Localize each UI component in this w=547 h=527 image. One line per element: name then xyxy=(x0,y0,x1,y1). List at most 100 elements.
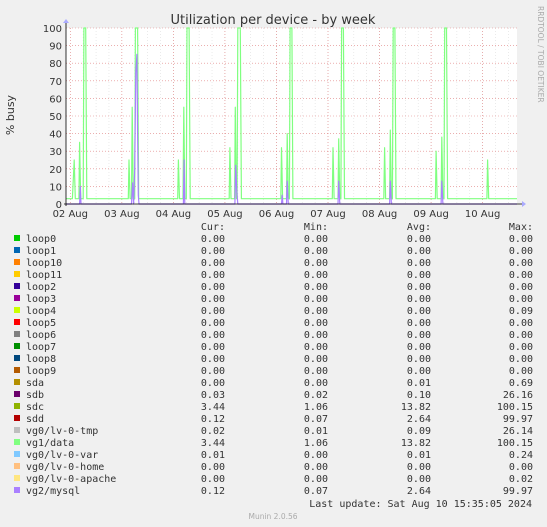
legend-value: 0.00 xyxy=(407,474,431,485)
legend-value: 0.00 xyxy=(304,366,328,377)
legend-swatch xyxy=(14,295,20,301)
legend-value: 0.00 xyxy=(509,270,533,281)
legend-value: 0.10 xyxy=(407,390,431,401)
legend-swatch xyxy=(14,319,20,325)
legend-value: 0.00 xyxy=(304,306,328,317)
legend-swatch xyxy=(14,259,20,265)
legend-swatch xyxy=(14,235,20,241)
legend-value: 0.12 xyxy=(201,414,225,425)
legend-value: 3.44 xyxy=(201,402,225,413)
legend-value: 1.06 xyxy=(304,438,328,449)
legend-swatch xyxy=(14,463,20,469)
legend-value: 13.82 xyxy=(401,402,431,413)
legend-swatch xyxy=(14,307,20,313)
legend-value: 0.00 xyxy=(407,366,431,377)
legend-value: 0.00 xyxy=(407,246,431,257)
legend-value: 0.00 xyxy=(407,234,431,245)
legend-value: 0.00 xyxy=(407,330,431,341)
legend-value: 0.03 xyxy=(201,390,225,401)
legend-value: 0.00 xyxy=(304,450,328,461)
x-tick-label: 10 Aug xyxy=(465,209,500,220)
legend-value: 0.00 xyxy=(304,462,328,473)
y-tick-label: 70 xyxy=(49,77,62,88)
legend-value: 0.00 xyxy=(407,306,431,317)
y-axis-label: % busy xyxy=(4,94,17,135)
legend-value: 0.00 xyxy=(304,234,328,245)
legend-value: 0.69 xyxy=(509,378,533,389)
legend-value: 0.01 xyxy=(407,378,431,389)
y-tick-label: 10 xyxy=(49,182,62,193)
legend-value: 3.44 xyxy=(201,438,225,449)
legend-series-name: vg0/lv-0-tmp xyxy=(26,426,98,437)
legend-value: 0.00 xyxy=(304,318,328,329)
y-tick-label: 20 xyxy=(49,165,62,176)
legend-series-name: vg1/data xyxy=(26,438,74,449)
legend-value: 0.00 xyxy=(201,378,225,389)
legend-series-name: loop7 xyxy=(26,342,56,353)
legend-value: 0.00 xyxy=(407,342,431,353)
legend-swatch xyxy=(14,451,20,457)
legend-series-name: vg0/lv-0-apache xyxy=(26,474,116,485)
legend-value: 0.02 xyxy=(304,390,328,401)
legend-swatch xyxy=(14,487,20,493)
legend-value: 0.00 xyxy=(201,318,225,329)
legend-value: 0.00 xyxy=(509,246,533,257)
legend-value: 0.00 xyxy=(201,270,225,281)
legend-swatch xyxy=(14,391,20,397)
legend-value: 0.09 xyxy=(509,306,533,317)
legend-value: 0.02 xyxy=(201,426,225,437)
legend-value: 0.00 xyxy=(201,258,225,269)
legend-value: 0.00 xyxy=(407,270,431,281)
y-tick-label: 100 xyxy=(43,24,62,35)
legend-value: 0.00 xyxy=(304,282,328,293)
legend-value: 0.07 xyxy=(304,486,328,497)
legend-value: 100.15 xyxy=(497,402,533,413)
legend-swatch xyxy=(14,355,20,361)
x-tick-label: 06 Aug xyxy=(259,209,294,220)
legend-series-name: vg2/mysql xyxy=(26,486,80,497)
legend-value: 0.00 xyxy=(304,246,328,257)
legend-value: 1.06 xyxy=(304,402,328,413)
legend-series-name: sdc xyxy=(26,402,44,413)
y-tick-label: 60 xyxy=(49,94,62,105)
y-tick-label: 30 xyxy=(49,147,62,158)
legend-series-name: loop3 xyxy=(26,294,56,305)
legend-value: 26.16 xyxy=(503,390,533,401)
legend-value: 0.00 xyxy=(304,294,328,305)
legend-value: 0.02 xyxy=(509,474,533,485)
legend-swatch xyxy=(14,427,20,433)
legend-series-name: loop6 xyxy=(26,330,56,341)
legend-value: 0.00 xyxy=(304,342,328,353)
legend-value: 0.00 xyxy=(509,258,533,269)
legend-swatch xyxy=(14,247,20,253)
legend-value: 0.00 xyxy=(509,354,533,365)
legend-value: 0.00 xyxy=(304,258,328,269)
legend-value: 0.00 xyxy=(201,366,225,377)
x-tick-label: 08 Aug xyxy=(362,209,397,220)
legend-column-header: Max: xyxy=(509,222,533,233)
legend-value: 0.00 xyxy=(304,378,328,389)
legend-value: 0.00 xyxy=(407,282,431,293)
legend-value: 0.00 xyxy=(509,294,533,305)
legend-value: 0.07 xyxy=(304,414,328,425)
x-tick-label: 05 Aug xyxy=(207,209,242,220)
legend-value: 13.82 xyxy=(401,438,431,449)
legend-series-name: loop1 xyxy=(26,246,56,257)
legend-value: 0.00 xyxy=(201,282,225,293)
legend-series-name: loop2 xyxy=(26,282,56,293)
legend-value: 2.64 xyxy=(407,486,431,497)
x-tick-label: 07 Aug xyxy=(310,209,345,220)
legend-value: 0.01 xyxy=(304,426,328,437)
legend-value: 0.24 xyxy=(509,450,533,461)
last-update: Last update: Sat Aug 10 15:35:05 2024 xyxy=(309,499,532,510)
legend-value: 26.14 xyxy=(503,426,533,437)
munin-version: Munin 2.0.56 xyxy=(248,512,297,521)
legend-value: 0.01 xyxy=(201,450,225,461)
legend-series-name: vg0/lv-0-var xyxy=(26,450,98,461)
legend-swatch xyxy=(14,367,20,373)
legend-swatch xyxy=(14,415,20,421)
legend-column-header: Cur: xyxy=(201,222,225,233)
legend-series-name: loop5 xyxy=(26,318,56,329)
legend-value: 0.00 xyxy=(407,294,431,305)
legend-value: 0.00 xyxy=(407,354,431,365)
